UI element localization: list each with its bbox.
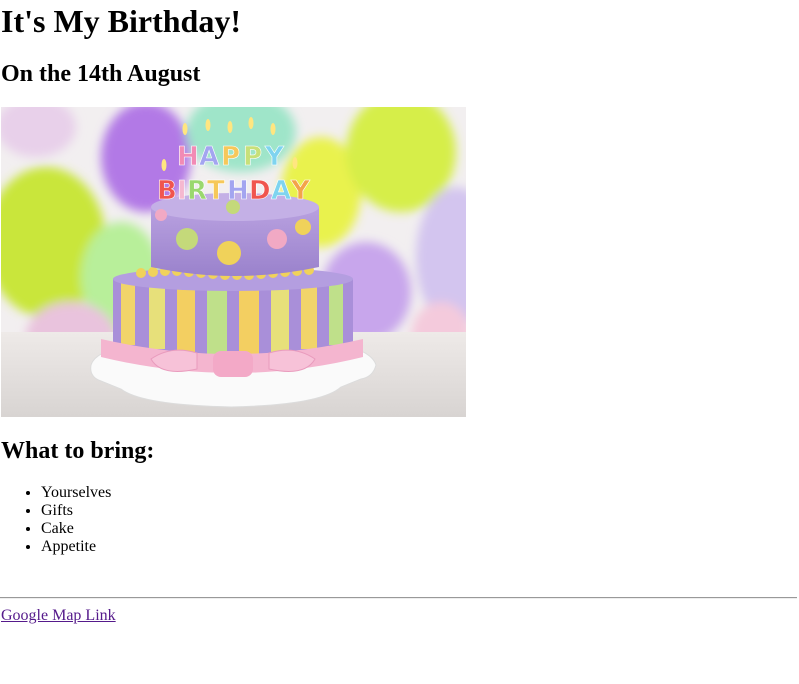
what-to-bring-heading: What to bring: bbox=[1, 438, 155, 464]
svg-text:Y: Y bbox=[290, 176, 311, 206]
svg-text:H: H bbox=[177, 142, 199, 172]
list-item: Gifts bbox=[41, 502, 111, 520]
cake-illustration: H A P P Y B I R T H D A Y bbox=[1, 107, 466, 417]
svg-text:Y: Y bbox=[264, 142, 285, 172]
svg-text:A: A bbox=[199, 142, 219, 172]
svg-text:D: D bbox=[249, 176, 271, 206]
party-date: On the 14th August bbox=[1, 61, 201, 87]
page-title: It's My Birthday! bbox=[1, 3, 241, 39]
horizontal-divider bbox=[0, 597, 797, 599]
svg-text:P: P bbox=[221, 142, 240, 172]
svg-text:I: I bbox=[177, 176, 187, 206]
svg-text:P: P bbox=[243, 142, 262, 172]
bring-list: Yourselves Gifts Cake Appetite bbox=[1, 484, 111, 556]
svg-text:R: R bbox=[187, 176, 207, 206]
svg-text:H: H bbox=[227, 176, 249, 206]
list-item: Yourselves bbox=[41, 484, 111, 502]
list-item: Cake bbox=[41, 520, 111, 538]
birthday-cake-image: H A P P Y B I R T H D A Y bbox=[1, 107, 466, 417]
svg-text:T: T bbox=[207, 176, 225, 206]
svg-text:B: B bbox=[157, 176, 177, 206]
page: It's My Birthday! On the 14th August H A… bbox=[0, 0, 799, 684]
svg-text:A: A bbox=[271, 176, 291, 206]
list-item: Appetite bbox=[41, 538, 111, 556]
google-map-link[interactable]: Google Map Link bbox=[1, 607, 116, 625]
